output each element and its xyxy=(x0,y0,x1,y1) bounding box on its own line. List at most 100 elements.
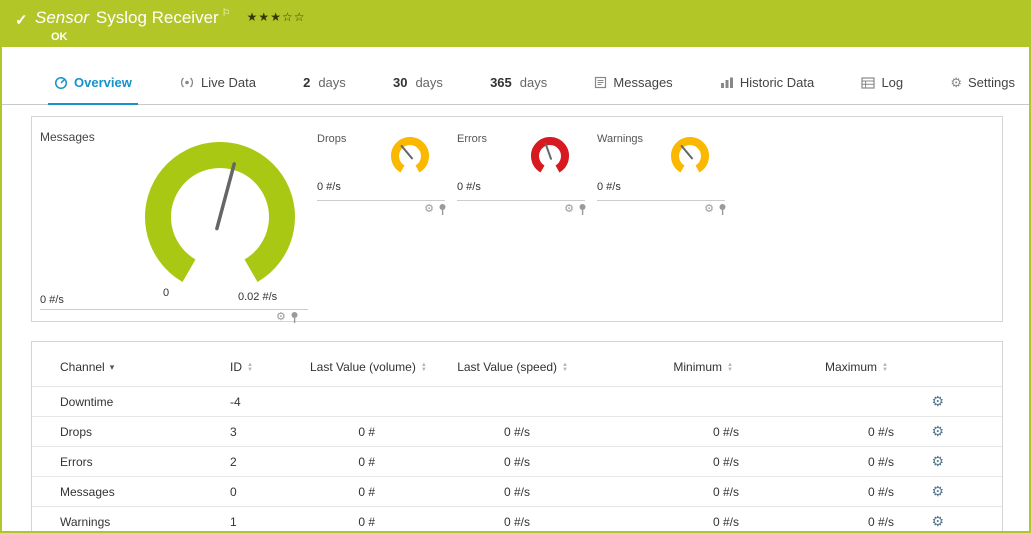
channel-speed: 0 #/s xyxy=(427,447,582,477)
sensor-header: ✓ Sensor Syslog Receiver⚐ ★★★☆☆ OK xyxy=(2,2,1029,47)
tab-365-days[interactable]: 365 days xyxy=(484,75,553,104)
gauge-pin-icon[interactable] xyxy=(718,203,727,215)
channel-volume: 0 # xyxy=(302,507,427,533)
sensor-title-prefix: Sensor xyxy=(35,8,89,27)
gauge-pin-icon[interactable] xyxy=(290,311,299,323)
messages-gauge-needle xyxy=(217,164,234,229)
flag-icon[interactable]: ⚐ xyxy=(222,8,231,19)
drops-gauge-label: Drops xyxy=(317,133,346,145)
drops-gauge-needle xyxy=(402,146,412,158)
channel-minimum: 0 #/s xyxy=(582,507,747,533)
channel-settings-icon[interactable]: ⚙ xyxy=(931,423,944,439)
tab-30-days[interactable]: 30 days xyxy=(387,75,449,104)
drops-gauge-block: Drops 0 #/s ⚙ xyxy=(317,131,445,201)
channel-id: 2 xyxy=(222,447,302,477)
table-row-warnings: Warnings 1 0 # 0 #/s 0 #/s 0 #/s ⚙ xyxy=(32,507,1002,533)
col-header-actions xyxy=(902,342,1002,387)
channel-name: Messages xyxy=(32,477,222,507)
channel-settings-icon[interactable]: ⚙ xyxy=(931,513,944,529)
main-gauge-actions: ⚙ xyxy=(276,311,299,323)
sensor-title-name: Syslog Receiver xyxy=(96,8,219,27)
tab-live-data[interactable]: Live Data xyxy=(173,75,262,104)
channel-speed: 0 #/s xyxy=(427,477,582,507)
warnings-gauge-label: Warnings xyxy=(597,133,643,145)
tab-historic-data[interactable]: Historic Data xyxy=(714,75,820,104)
channel-settings-icon[interactable]: ⚙ xyxy=(931,483,944,499)
gauge-gear-icon[interactable]: ⚙ xyxy=(424,204,434,215)
channel-settings-icon[interactable]: ⚙ xyxy=(931,453,944,469)
table-row-drops: Drops 3 0 # 0 #/s 0 #/s 0 #/s ⚙ xyxy=(32,417,1002,447)
tab-messages-label: Messages xyxy=(613,75,672,90)
channel-volume: 0 # xyxy=(302,447,427,477)
channel-maximum: 0 #/s xyxy=(747,477,902,507)
channels-panel: Channel▾ ID▲▼ Last Value (volume)▲▼ Last… xyxy=(31,341,1003,533)
tab-overview[interactable]: Overview xyxy=(48,75,138,106)
col-header-minimum[interactable]: Minimum▲▼ xyxy=(582,342,747,387)
channel-volume: 0 # xyxy=(302,417,427,447)
tab-live-data-label: Live Data xyxy=(201,75,256,90)
col-header-last-value-volume[interactable]: Last Value (volume)▲▼ xyxy=(302,342,427,387)
prtg-sensor-page: ✓ Sensor Syslog Receiver⚐ ★★★☆☆ OK Overvie… xyxy=(0,0,1031,533)
gauge-pin-icon[interactable] xyxy=(578,203,587,215)
sort-icon: ▲▼ xyxy=(882,363,888,373)
tab-historic-data-label: Historic Data xyxy=(740,75,814,90)
tab-overview-label: Overview xyxy=(74,75,132,90)
tab-30-days-number: 30 xyxy=(393,75,407,90)
channel-id: 3 xyxy=(222,417,302,447)
table-row-messages: Messages 0 0 # 0 #/s 0 #/s 0 #/s ⚙ xyxy=(32,477,1002,507)
channel-maximum: 0 #/s xyxy=(747,507,902,533)
warnings-gauge-actions: ⚙ xyxy=(704,203,727,215)
col-header-maximum[interactable]: Maximum▲▼ xyxy=(747,342,902,387)
gauge-gear-icon[interactable]: ⚙ xyxy=(564,204,574,215)
tab-messages[interactable]: Messages xyxy=(588,75,678,104)
gauge-gear-icon[interactable]: ⚙ xyxy=(276,312,286,323)
col-header-id[interactable]: ID▲▼ xyxy=(222,342,302,387)
drops-gauge-actions: ⚙ xyxy=(424,203,447,215)
errors-gauge xyxy=(527,133,573,179)
channel-volume xyxy=(302,387,427,417)
tab-2-days-number: 2 xyxy=(303,75,310,90)
channel-maximum xyxy=(747,387,902,417)
sort-icon: ▲▼ xyxy=(727,363,733,373)
tab-30-days-label: days xyxy=(415,75,442,90)
tab-log[interactable]: Log xyxy=(855,75,909,104)
gauge-gear-icon[interactable]: ⚙ xyxy=(704,204,714,215)
channel-settings-icon[interactable]: ⚙ xyxy=(931,393,944,409)
status-badge: OK xyxy=(51,31,68,43)
channel-maximum: 0 #/s xyxy=(747,417,902,447)
sort-icon: ▲▼ xyxy=(562,363,568,373)
warnings-gauge-block: Warnings 0 #/s ⚙ xyxy=(597,131,725,201)
channel-name: Errors xyxy=(32,447,222,477)
drops-gauge-value: 0 #/s xyxy=(317,181,341,193)
table-header-row: Channel▾ ID▲▼ Last Value (volume)▲▼ Last… xyxy=(32,342,1002,387)
channel-speed: 0 #/s xyxy=(427,417,582,447)
status-ok-check-icon: ✓ xyxy=(15,11,28,29)
live-broadcast-icon xyxy=(179,76,195,89)
main-gauge-scale-max: 0.02 #/s xyxy=(238,291,277,303)
channel-id: 1 xyxy=(222,507,302,533)
tab-settings[interactable]: ⚙ Settings xyxy=(944,75,1021,104)
tab-2-days-label: days xyxy=(318,75,345,90)
overview-gauge-icon xyxy=(54,76,68,90)
main-gauge-divider xyxy=(40,309,308,310)
sensor-title: Sensor Syslog Receiver⚐ ★★★☆☆ xyxy=(35,8,305,28)
channel-id: 0 xyxy=(222,477,302,507)
warnings-gauge-value: 0 #/s xyxy=(597,181,621,193)
col-header-last-value-speed[interactable]: Last Value (speed)▲▼ xyxy=(427,342,582,387)
tab-2-days[interactable]: 2 days xyxy=(297,75,352,104)
messages-document-icon xyxy=(594,76,607,89)
channel-minimum: 0 #/s xyxy=(582,447,747,477)
drops-gauge xyxy=(387,133,433,179)
table-row-errors: Errors 2 0 # 0 #/s 0 #/s 0 #/s ⚙ xyxy=(32,447,1002,477)
channel-volume: 0 # xyxy=(302,477,427,507)
channel-speed: 0 #/s xyxy=(427,507,582,533)
channel-name: Drops xyxy=(32,417,222,447)
errors-gauge-actions: ⚙ xyxy=(564,203,587,215)
tab-365-days-number: 365 xyxy=(490,75,512,90)
historic-chart-icon xyxy=(720,76,734,89)
main-gauge-label: Messages xyxy=(40,130,95,144)
col-header-channel[interactable]: Channel▾ xyxy=(32,342,222,387)
main-gauge-scale-min: 0 xyxy=(163,287,169,299)
gauge-pin-icon[interactable] xyxy=(438,203,447,215)
priority-stars[interactable]: ★★★☆☆ xyxy=(247,10,306,24)
